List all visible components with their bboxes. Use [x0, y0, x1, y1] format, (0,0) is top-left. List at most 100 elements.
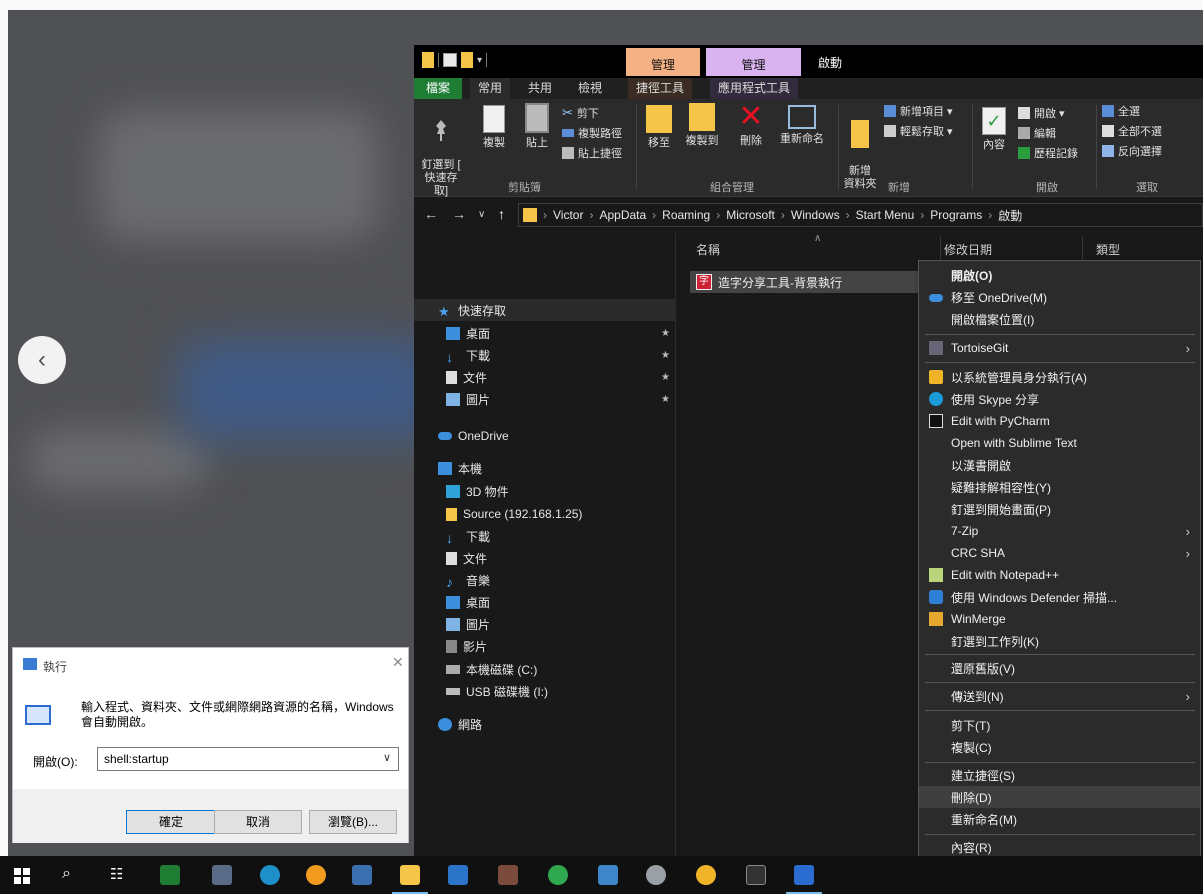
menu-item-create-shortcut[interactable]: 建立捷徑(S)	[919, 764, 1200, 786]
chrome-browser-icon[interactable]	[306, 865, 326, 885]
menu-item-pin-taskbar[interactable]: 釘選到工作列(K)	[919, 630, 1200, 652]
pin-icon[interactable]: ★	[661, 394, 670, 405]
customize-toolbar-chevron-icon[interactable]: ▾	[477, 55, 482, 66]
app-icon[interactable]	[696, 865, 716, 885]
pin-icon[interactable]: ★	[661, 350, 670, 361]
column-header-type[interactable]: 類型	[1096, 241, 1120, 258]
address-bar[interactable]: › Victor › AppData › Roaming › Microsoft…	[518, 203, 1203, 227]
column-separator[interactable]	[940, 237, 941, 259]
menu-item-restore[interactable]: 還原舊版(V)	[919, 657, 1200, 679]
new-folder-button[interactable]: 新增 資料夾	[842, 107, 878, 191]
menu-item-copy[interactable]: 複製(C)	[919, 736, 1200, 758]
outlook-icon[interactable]	[448, 865, 468, 885]
dropdown-chevron-down-icon[interactable]: ∨	[383, 751, 391, 764]
new-folder-icon[interactable]	[461, 52, 473, 68]
paste-button[interactable]: 貼上	[522, 103, 552, 150]
breadcrumb-item[interactable]: Programs	[930, 208, 982, 222]
app-icon[interactable]	[598, 865, 618, 885]
menu-item-winmerge[interactable]: WinMerge	[919, 608, 1200, 630]
nav-onedrive[interactable]: OneDrive	[414, 425, 676, 447]
select-none-button[interactable]: 全部不選	[1102, 123, 1162, 139]
menu-item-troubleshoot[interactable]: 疑難排解相容性(Y)	[919, 476, 1200, 498]
file-explorer-icon[interactable]	[400, 865, 420, 885]
tab-app-tools[interactable]: 應用程式工具	[710, 78, 799, 99]
nav-source-drive[interactable]: Source (192.168.1.25)	[414, 503, 676, 525]
paste-shortcut-button[interactable]: 貼上捷徑	[562, 145, 622, 161]
menu-item-send-to[interactable]: 傳送到(N) ›	[919, 685, 1200, 707]
breadcrumb-item[interactable]: AppData	[599, 208, 646, 222]
nav-3d-objects[interactable]: 3D 物件	[414, 480, 676, 502]
edge-browser-icon[interactable]	[260, 865, 280, 885]
menu-item-tortoisegit[interactable]: TortoiseGit ›	[919, 337, 1200, 359]
menu-item-kanji[interactable]: 以漢書開啟	[919, 454, 1200, 476]
previous-arrow-button[interactable]: ‹	[18, 336, 66, 384]
pin-icon[interactable]: ★	[661, 372, 670, 383]
manage-context-tab-shortcut[interactable]: 管理	[626, 48, 700, 76]
menu-item-7zip[interactable]: 7-Zip ›	[919, 520, 1200, 542]
cancel-button[interactable]: 取消	[214, 810, 302, 834]
nav-quick-access[interactable]: ★ 快速存取	[414, 299, 676, 321]
edit-button[interactable]: 編輯	[1018, 125, 1056, 141]
breadcrumb-item[interactable]: Roaming	[662, 208, 710, 222]
breadcrumb-item[interactable]: 啟動	[998, 207, 1022, 224]
nav-music[interactable]: ♪ 音樂	[414, 569, 676, 591]
ok-button[interactable]: 確定	[126, 810, 216, 834]
menu-item-open[interactable]: 開啟(O)	[919, 264, 1200, 286]
run-command-input[interactable]	[97, 747, 399, 771]
menu-item-pin-start[interactable]: 釘選到開始畫面(P)	[919, 498, 1200, 520]
menu-item-properties[interactable]: 內容(R)	[919, 836, 1200, 858]
browse-button[interactable]: 瀏覽(B)...	[309, 810, 397, 834]
properties-check-icon[interactable]	[443, 53, 457, 67]
history-button[interactable]: 歷程記錄	[1018, 145, 1078, 161]
tab-home[interactable]: 常用	[470, 78, 511, 99]
nav-pictures[interactable]: 圖片 ★	[414, 388, 676, 410]
tab-share[interactable]: 共用	[520, 78, 560, 99]
nav-documents-pc[interactable]: 文件	[414, 547, 676, 569]
cut-button[interactable]: ✂ 剪下	[562, 105, 599, 121]
nav-network[interactable]: 網路	[414, 713, 676, 735]
menu-item-defender[interactable]: 使用 Windows Defender 掃描...	[919, 586, 1200, 608]
excel-icon[interactable]	[160, 865, 180, 885]
move-to-button[interactable]: 移至	[642, 105, 676, 150]
task-view-icon[interactable]: ☷	[110, 865, 130, 885]
menu-item-delete[interactable]: 刪除(D)	[919, 786, 1200, 808]
copy-to-button[interactable]: 複製到	[682, 103, 722, 148]
nav-this-pc[interactable]: 本機	[414, 457, 676, 479]
menu-item-notepadpp[interactable]: Edit with Notepad++	[919, 564, 1200, 586]
nav-documents[interactable]: 文件 ★	[414, 366, 676, 388]
copy-path-button[interactable]: 複製路徑	[562, 125, 622, 141]
nav-local-disk[interactable]: 本機磁碟 (C:)	[414, 658, 676, 680]
app-icon[interactable]	[212, 865, 232, 885]
pin-quick-access-button[interactable]: 釘選到 [ 快速存取]	[418, 105, 464, 198]
close-icon[interactable]: ✕	[392, 654, 404, 671]
nav-usb-drive[interactable]: USB 磁碟機 (I:)	[414, 680, 676, 702]
app-icon[interactable]	[548, 865, 568, 885]
copy-button[interactable]: 複製	[480, 105, 508, 150]
pin-icon[interactable]: ★	[661, 328, 670, 339]
menu-item-move-onedrive[interactable]: 移至 OneDrive(M)	[919, 286, 1200, 308]
nav-pictures-pc[interactable]: 圖片	[414, 613, 676, 635]
breadcrumb-item[interactable]: Victor	[553, 208, 583, 222]
forward-arrow-icon[interactable]: →	[452, 206, 466, 222]
tab-view[interactable]: 檢視	[570, 78, 610, 99]
select-all-button[interactable]: 全選	[1102, 103, 1140, 119]
recent-chevron-down-icon[interactable]: ∨	[478, 209, 485, 220]
open-button[interactable]: 開啟 ▾	[1018, 105, 1065, 121]
menu-item-rename[interactable]: 重新命名(M)	[919, 808, 1200, 830]
run-app-icon[interactable]	[794, 865, 814, 885]
easy-access-button[interactable]: 輕鬆存取 ▾	[884, 123, 953, 139]
windows-start-icon[interactable]	[14, 868, 30, 884]
search-icon[interactable]: ⌕	[62, 865, 82, 885]
manage-context-tab-app[interactable]: 管理	[706, 48, 801, 76]
nav-videos[interactable]: 影片	[414, 635, 676, 657]
back-arrow-icon[interactable]: ←	[424, 206, 438, 222]
breadcrumb-item[interactable]: Start Menu	[856, 208, 915, 222]
column-header-modified[interactable]: 修改日期	[944, 241, 992, 258]
app-icon[interactable]	[498, 865, 518, 885]
nav-desktop-pc[interactable]: 桌面	[414, 591, 676, 613]
app-icon[interactable]	[352, 865, 372, 885]
tab-shortcut-tools[interactable]: 捷徑工具	[628, 78, 693, 99]
file-row-selected[interactable]: 字 造字分享工具-背景執行	[690, 271, 936, 293]
settings-gear-icon[interactable]	[646, 865, 666, 885]
rename-button[interactable]: 重新命名	[774, 105, 830, 146]
